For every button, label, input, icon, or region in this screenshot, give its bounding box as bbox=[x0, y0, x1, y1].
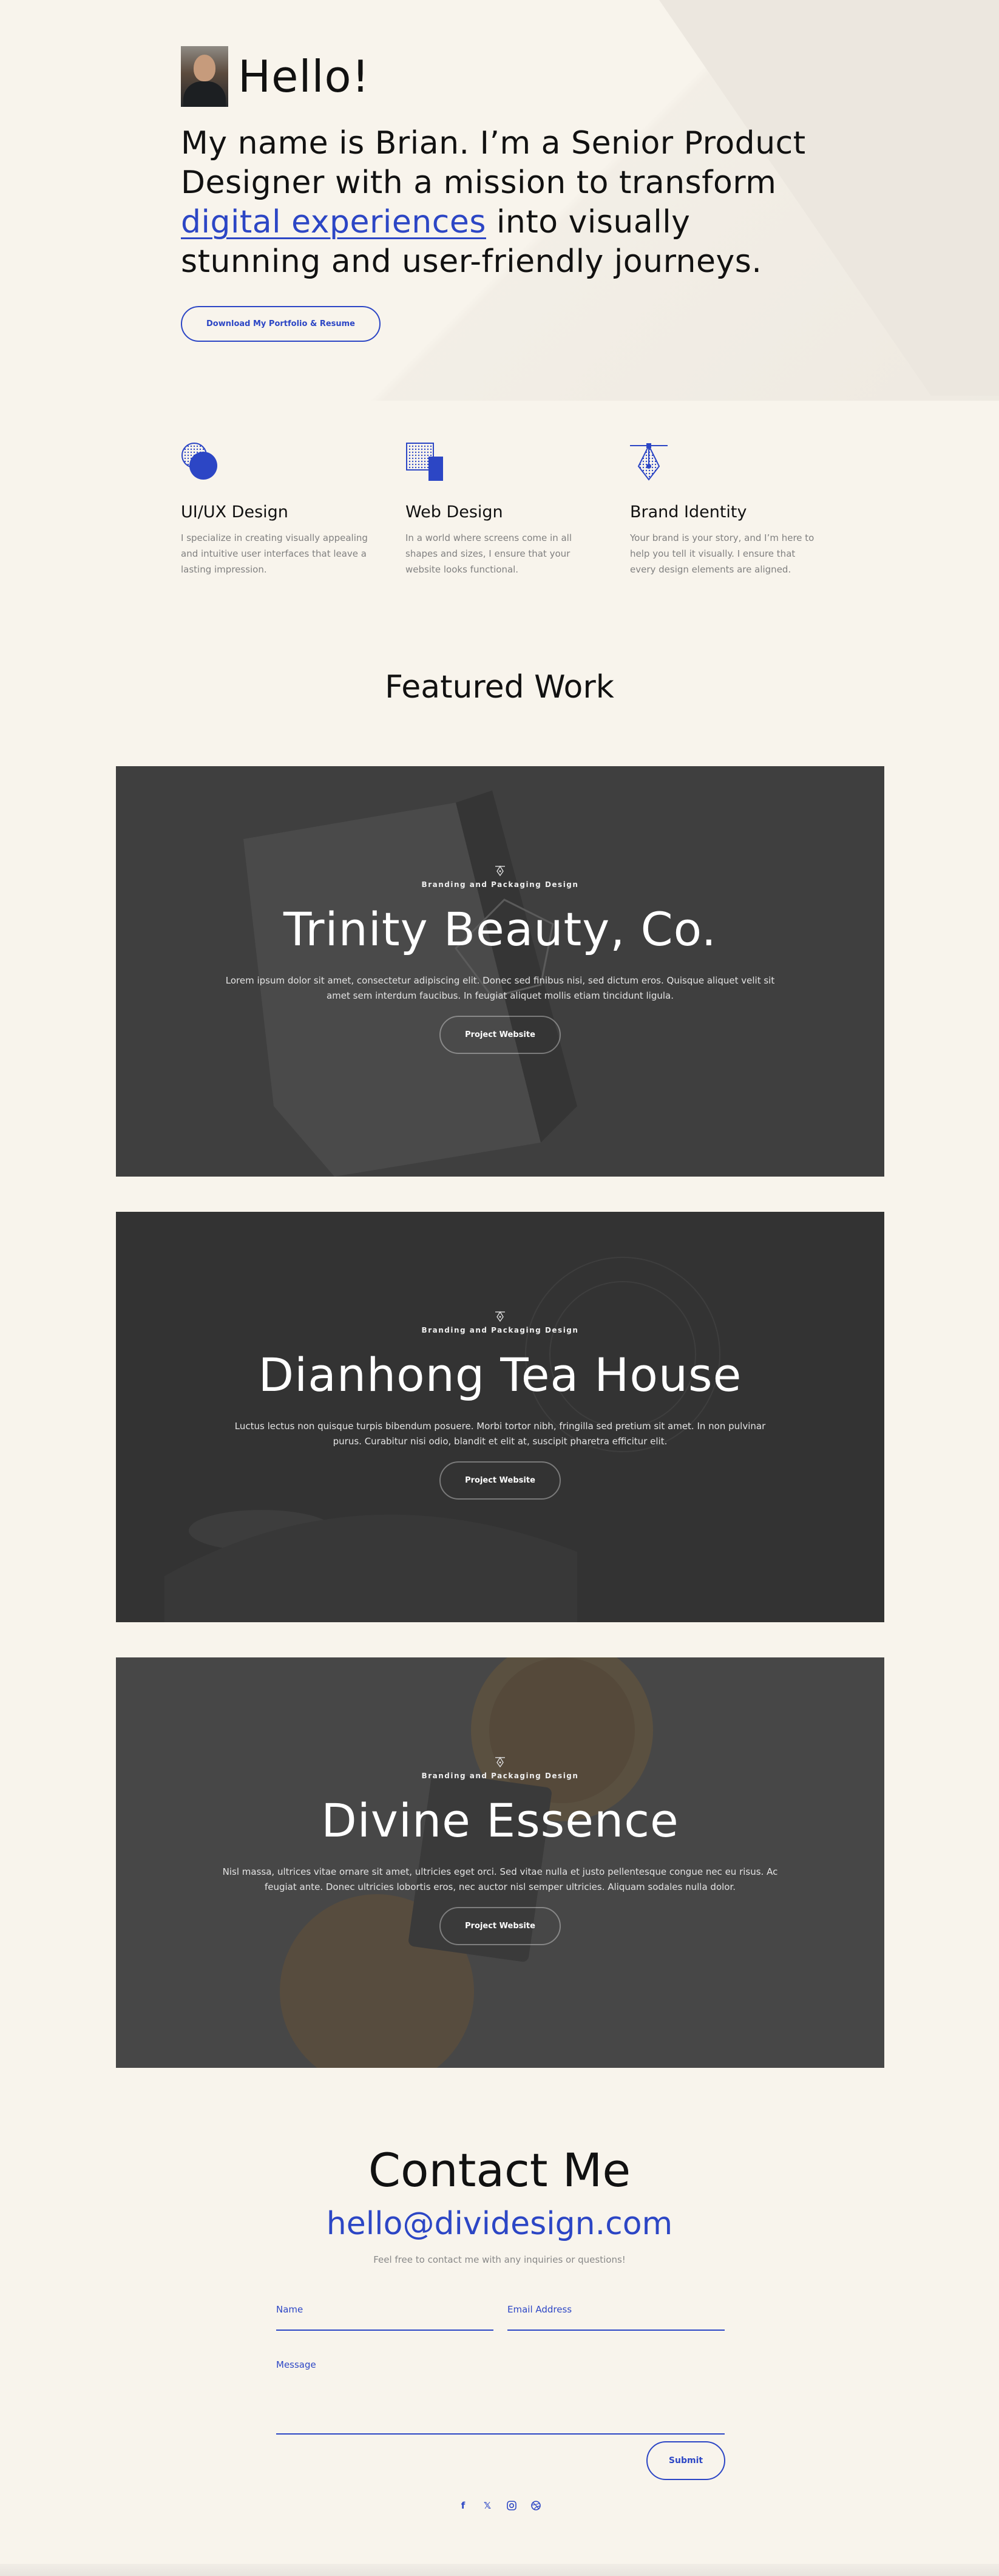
pen-nib-icon bbox=[494, 1310, 506, 1322]
service-title: UI/UX Design bbox=[181, 503, 288, 522]
pen-nib-icon bbox=[494, 865, 506, 877]
project-description: Lorem ipsum dolor sit amet, consectetur … bbox=[225, 975, 775, 1001]
web-design-icon bbox=[405, 442, 443, 481]
service-title: Brand Identity bbox=[630, 503, 747, 522]
service-description: I specialize in creating visually appeal… bbox=[181, 532, 368, 575]
service-description: In a world where screens come in all sha… bbox=[405, 532, 572, 575]
project-card-trinity: Branding and Packaging Design Trinity Be… bbox=[116, 766, 884, 1177]
project-card-dianhong: Branding and Packaging Design Dianhong T… bbox=[116, 1212, 884, 1622]
intro-text: My name is Brian. I’m a Senior Product D… bbox=[181, 124, 824, 282]
dribbble-icon[interactable] bbox=[530, 2500, 541, 2511]
project-category: Branding and Packaging Design bbox=[421, 1326, 579, 1334]
project-card-divine-essence: Branding and Packaging Design Divine Ess… bbox=[116, 1657, 884, 2068]
name-label: Name bbox=[276, 2304, 303, 2315]
pen-nib-icon bbox=[630, 442, 668, 481]
service-web-design: Web Design In a world where screens come… bbox=[405, 442, 592, 577]
instagram-icon[interactable] bbox=[506, 2500, 517, 2511]
email-field[interactable]: Email Address bbox=[507, 2304, 725, 2331]
project-description: Luctus lectus non quisque turpis bibendu… bbox=[234, 1421, 766, 1447]
project-website-button[interactable]: Project Website bbox=[439, 1907, 561, 1945]
hero-section: Hello! My name is Brian. I’m a Senior Pr… bbox=[181, 46, 848, 342]
message-field[interactable]: Message bbox=[276, 2359, 725, 2435]
message-label: Message bbox=[276, 2359, 316, 2370]
project-category: Branding and Packaging Design bbox=[421, 880, 579, 889]
project-content: Branding and Packaging Design Dianhong T… bbox=[116, 1310, 884, 1500]
project-title: Trinity Beauty, Co. bbox=[283, 902, 717, 956]
intro-before: My name is Brian. I’m a Senior Product D… bbox=[181, 125, 806, 201]
featured-work-heading: Featured Work bbox=[385, 669, 614, 705]
intro-highlight-link[interactable]: digital experiences bbox=[181, 204, 486, 240]
project-website-button[interactable]: Project Website bbox=[439, 1461, 561, 1500]
project-category: Branding and Packaging Design bbox=[421, 1772, 579, 1780]
social-links: f 𝕏 bbox=[0, 2500, 999, 2511]
project-description: Nisl massa, ultrices vitae ornare sit am… bbox=[222, 1866, 778, 1892]
pen-nib-icon bbox=[494, 1756, 506, 1768]
x-icon[interactable]: 𝕏 bbox=[482, 2500, 493, 2511]
greeting-row: Hello! bbox=[181, 46, 848, 107]
services-section: UI/UX Design I specialize in creating vi… bbox=[181, 442, 817, 577]
avatar bbox=[181, 46, 228, 107]
project-title: Dianhong Tea House bbox=[258, 1348, 742, 1402]
submit-button[interactable]: Submit bbox=[646, 2441, 725, 2480]
contact-section: Contact Me hello@dividesign.com Feel fre… bbox=[0, 2143, 999, 2265]
service-ui-ux: UI/UX Design I specialize in creating vi… bbox=[181, 442, 368, 577]
service-description: Your brand is your story, and I’m here t… bbox=[630, 532, 814, 575]
email-label: Email Address bbox=[507, 2304, 572, 2315]
page-bottom-divider bbox=[0, 2564, 999, 2576]
project-content: Branding and Packaging Design Trinity Be… bbox=[116, 865, 884, 1054]
facebook-icon[interactable]: f bbox=[458, 2500, 469, 2511]
contact-email-link[interactable]: hello@dividesign.com bbox=[0, 2206, 999, 2242]
service-title: Web Design bbox=[405, 503, 503, 522]
contact-note: Feel free to contact me with any inquiri… bbox=[373, 2254, 626, 2265]
ui-ux-icon bbox=[181, 442, 218, 481]
project-content: Branding and Packaging Design Divine Ess… bbox=[116, 1756, 884, 1945]
service-brand-identity: Brand Identity Your brand is your story,… bbox=[630, 442, 817, 577]
contact-heading: Contact Me bbox=[368, 2143, 631, 2197]
greeting-heading: Hello! bbox=[238, 51, 370, 102]
project-website-button[interactable]: Project Website bbox=[439, 1016, 561, 1054]
project-title: Divine Essence bbox=[321, 1793, 679, 1847]
download-portfolio-button[interactable]: Download My Portfolio & Resume bbox=[181, 306, 381, 342]
name-field[interactable]: Name bbox=[276, 2304, 493, 2331]
